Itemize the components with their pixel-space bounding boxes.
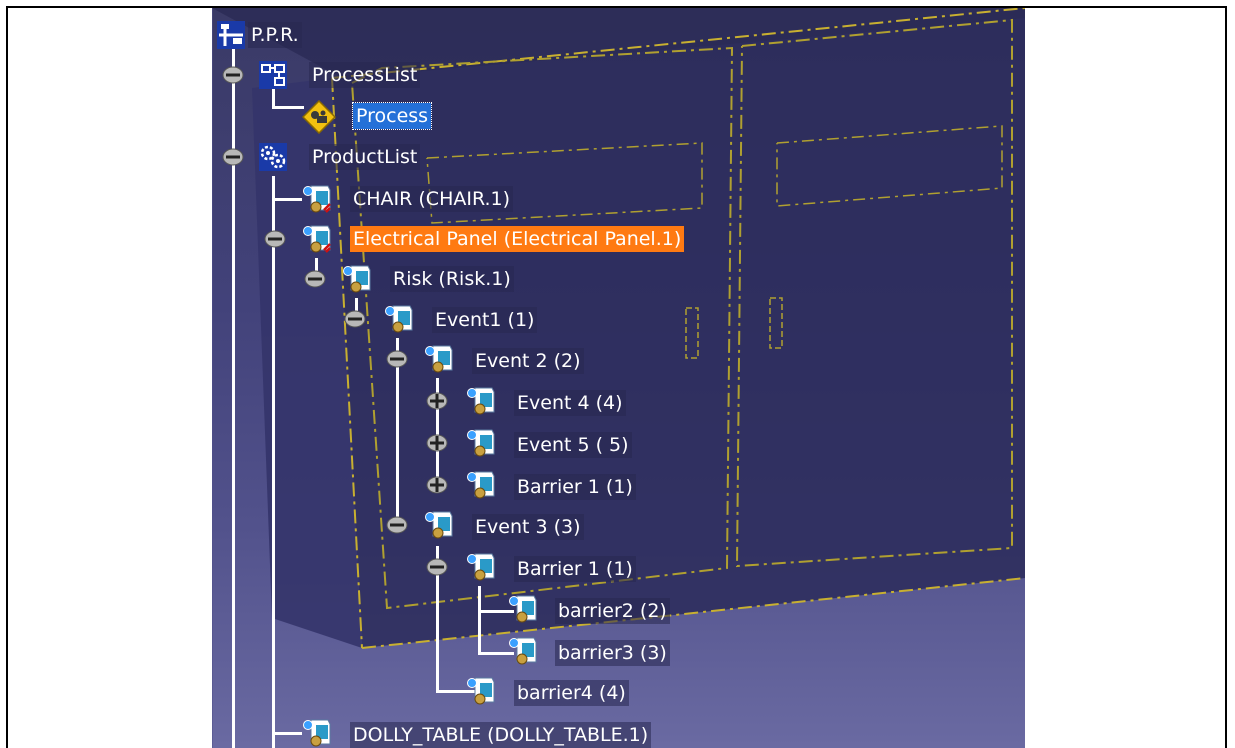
tree-node-barrier4[interactable]: barrier4 (4) (514, 680, 629, 706)
subproduct-icon[interactable] (508, 636, 538, 666)
tree-node-risk[interactable]: Risk (Risk.1) (390, 266, 514, 292)
subproduct-icon[interactable] (466, 552, 496, 582)
product-part-icon[interactable] (302, 184, 332, 214)
tree-node-event3[interactable]: Event 3 (3) (472, 514, 584, 540)
tree-node-processlist[interactable]: ProcessList (309, 62, 421, 88)
tree-node-dolly-table[interactable]: DOLLY_TABLE (DOLLY_TABLE.1) (350, 722, 652, 748)
collapse-event1-icon[interactable] (344, 308, 366, 330)
collapse-barrier1-icon[interactable] (426, 556, 448, 578)
ppr-root-icon[interactable] (216, 20, 246, 50)
collapse-productlist-icon[interactable] (222, 146, 244, 168)
tree-line-productlist (272, 176, 275, 748)
tree-node-productlist[interactable]: ProductList (309, 144, 421, 170)
subproduct-icon[interactable] (466, 470, 496, 500)
product-part-icon[interactable] (302, 718, 332, 748)
subproduct-icon[interactable] (466, 676, 496, 706)
tree-node-barrier1-a[interactable]: Barrier 1 (1) (514, 474, 636, 500)
tree-line-dolly-h (272, 732, 302, 735)
tree-node-chair[interactable]: CHAIR (CHAIR.1) (350, 186, 514, 212)
productlist-icon[interactable] (258, 142, 288, 172)
tree-node-event2[interactable]: Event 2 (2) (472, 348, 584, 374)
collapse-electrical-panel-icon[interactable] (264, 228, 286, 250)
subproduct-icon[interactable] (384, 304, 414, 334)
collapse-event2-icon[interactable] (386, 348, 408, 370)
product-part-icon[interactable] (302, 224, 332, 254)
processlist-icon[interactable] (258, 60, 288, 90)
3d-viewport[interactable]: P.P.R. ProcessList Process ProductList C… (212, 8, 1025, 748)
collapse-risk-icon[interactable] (304, 268, 326, 290)
tree-line-barrier1b (478, 586, 481, 654)
tree-line-process-h (272, 106, 304, 109)
process-icon[interactable] (302, 100, 336, 134)
subproduct-icon[interactable] (424, 510, 454, 540)
subproduct-icon[interactable] (424, 344, 454, 374)
tree-node-barrier2[interactable]: barrier2 (2) (555, 598, 670, 624)
expand-barrier1-icon[interactable] (426, 474, 448, 496)
tree-node-ppr[interactable]: P.P.R. (248, 22, 302, 48)
expand-event5-icon[interactable] (426, 432, 448, 454)
tree-node-process[interactable]: Process (351, 102, 433, 130)
collapse-ppr-icon[interactable] (222, 64, 244, 86)
subproduct-icon[interactable] (342, 264, 372, 294)
expand-event4-icon[interactable] (426, 390, 448, 412)
tree-node-electrical-panel[interactable]: Electrical Panel (Electrical Panel.1) (350, 226, 685, 252)
collapse-event3-icon[interactable] (386, 514, 408, 536)
subproduct-icon[interactable] (466, 428, 496, 458)
subproduct-icon[interactable] (508, 594, 538, 624)
tree-node-barrier3[interactable]: barrier3 (3) (555, 640, 670, 666)
tree-node-event1[interactable]: Event1 (1) (432, 307, 538, 333)
tree-node-event5[interactable]: Event 5 ( 5) (514, 432, 632, 458)
tree-line-chair-h (272, 198, 302, 201)
subproduct-icon[interactable] (466, 386, 496, 416)
tree-node-event4[interactable]: Event 4 (4) (514, 390, 626, 416)
tree-node-barrier1-b[interactable]: Barrier 1 (1) (514, 556, 636, 582)
